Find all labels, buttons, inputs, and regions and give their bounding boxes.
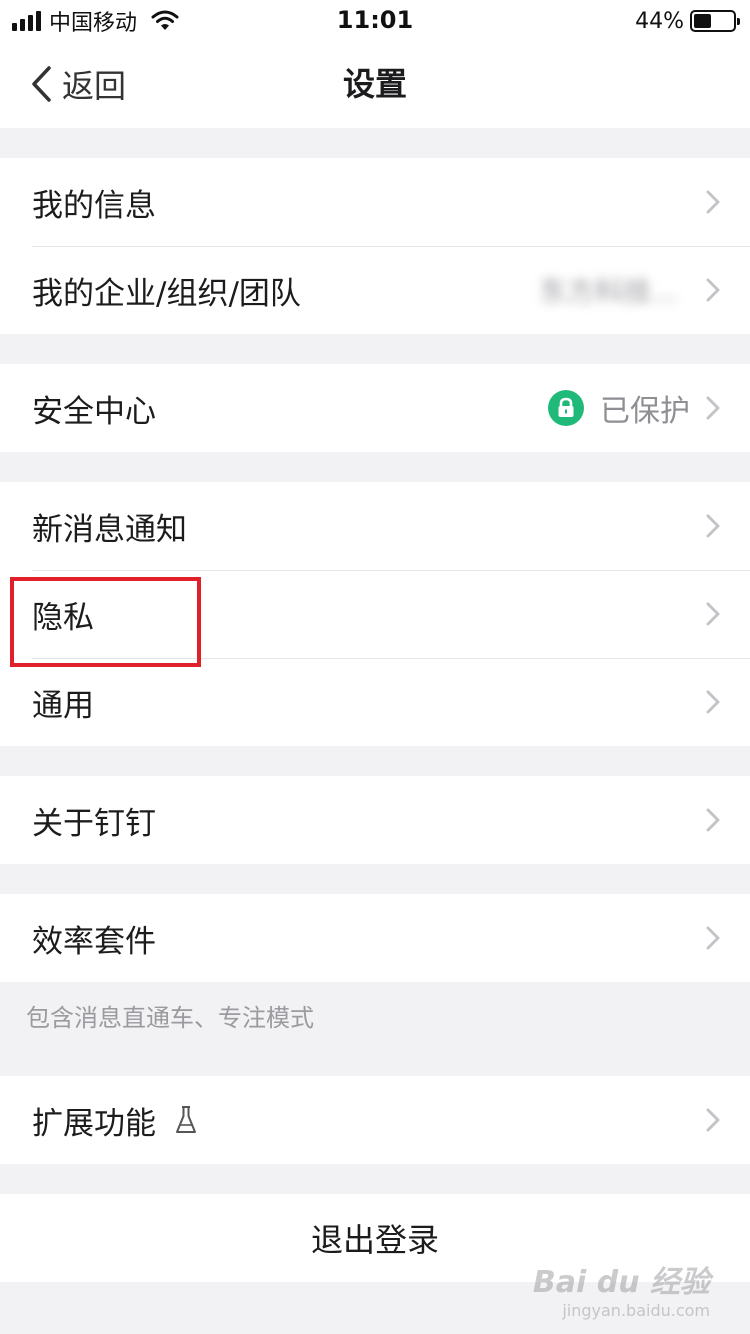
row-label: 我的信息 [32,187,156,224]
back-label: 返回 [62,67,127,105]
row-label: 隐私 [32,599,94,636]
watermark-sub: jingyan.baidu.com [562,1301,710,1320]
flask-icon [176,1106,196,1133]
group-about: 关于钉钉 [0,776,750,864]
row-label: 通用 [32,687,94,724]
lock-icon [548,390,584,426]
row-general[interactable]: 通用 [0,658,750,746]
efficiency-note: 包含消息直通车、专注模式 [26,1004,314,1032]
row-my-info[interactable]: 我的信息 [0,158,750,246]
nav-bar: 返回 设置 [0,40,750,128]
chevron-left-icon [32,66,51,102]
chevron-right-icon [706,190,720,214]
row-privacy[interactable]: 隐私 [0,570,750,658]
row-label: 我的企业/组织/团队 [32,275,301,312]
row-label: 扩展功能 [32,1105,156,1142]
group-extensions: 扩展功能 [0,1076,750,1164]
watermark-main: Bai du 经验 [532,1265,710,1300]
watermark: Bai du 经验 jingyan.baidu.com [533,1257,710,1320]
chevron-right-icon [706,602,720,626]
chevron-right-icon [706,1108,720,1132]
group-preferences: 新消息通知 隐私 通用 [0,482,750,746]
organization-name: 东方科技... [539,275,678,308]
status-right: 44% [635,6,740,36]
battery-icon [690,10,740,32]
row-my-organization[interactable]: 我的企业/组织/团队 东方科技... [0,246,750,334]
chevron-right-icon [706,396,720,420]
status-bar: 中国移动 11:01 44% [0,0,750,40]
group-efficiency: 效率套件 [0,894,750,982]
row-label: 新消息通知 [32,511,187,548]
group-profile: 我的信息 我的企业/组织/团队 东方科技... [0,158,750,334]
chevron-right-icon [706,690,720,714]
security-status: 已保护 [600,394,690,429]
row-security-center[interactable]: 安全中心 已保护 [0,364,750,452]
back-button[interactable]: 返回 [30,40,126,128]
row-extensions[interactable]: 扩展功能 [0,1076,750,1164]
logout-label: 退出登录 [310,1221,439,1259]
row-notifications[interactable]: 新消息通知 [0,482,750,570]
chevron-right-icon [706,808,720,832]
row-about[interactable]: 关于钉钉 [0,776,750,864]
battery-percent: 44% [635,8,684,34]
row-label: 效率套件 [32,923,156,960]
battery-fill [694,14,711,28]
chevron-right-icon [706,514,720,538]
group-security: 安全中心 已保护 [0,364,750,452]
chevron-right-icon [706,278,720,302]
row-label: 安全中心 [32,393,156,430]
row-efficiency-suite[interactable]: 效率套件 [0,894,750,982]
row-label: 关于钉钉 [32,805,156,842]
chevron-right-icon [706,926,720,950]
